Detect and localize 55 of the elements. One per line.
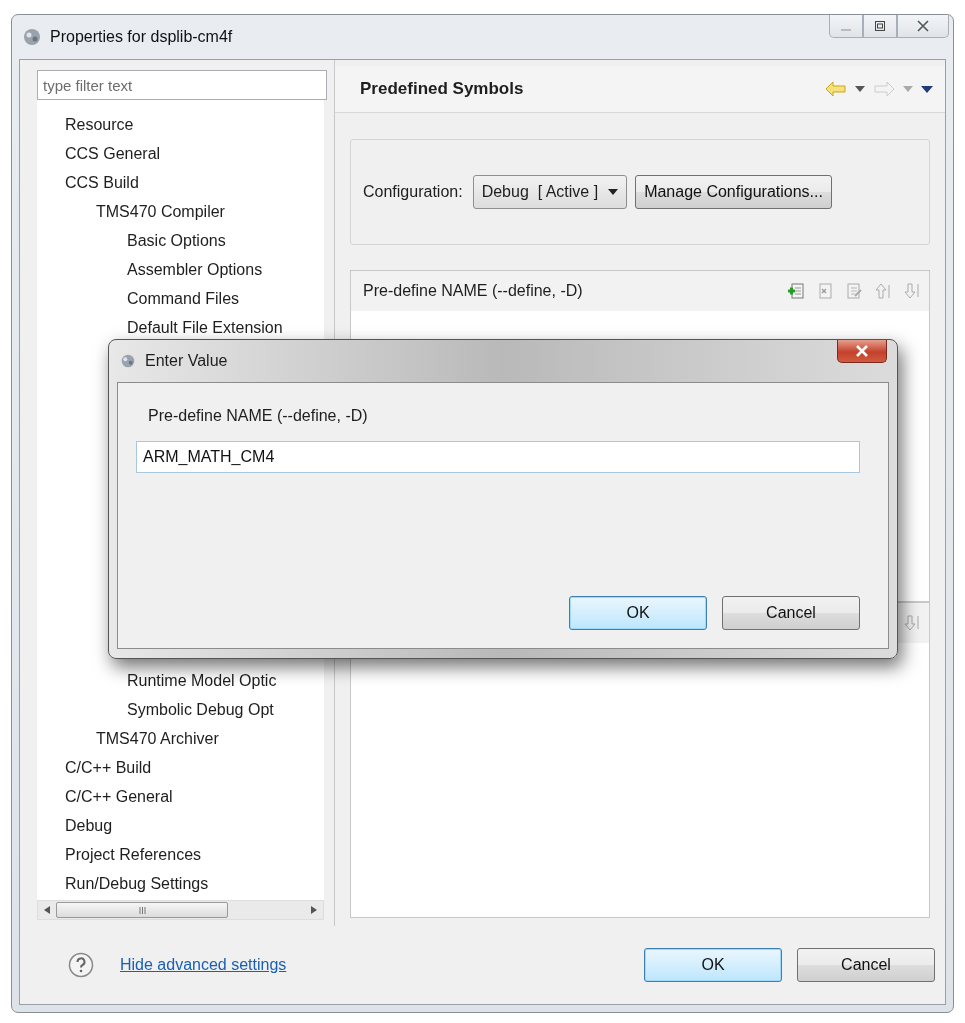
- scroll-right-icon[interactable]: [311, 906, 317, 914]
- field-label: Pre-define NAME (--define, -D): [148, 407, 369, 425]
- maximize-button[interactable]: [863, 15, 897, 38]
- list-header: Pre-define NAME (--define, -D): [363, 282, 583, 300]
- tree-item[interactable]: Command Files: [127, 289, 240, 308]
- tree-item[interactable]: Symbolic Debug Opt: [127, 700, 274, 719]
- tree-item[interactable]: Assembler Options: [127, 260, 263, 279]
- configuration-dropdown[interactable]: Debug [ Active ]: [472, 175, 628, 209]
- window-title: Properties for dsplib-cm4f: [50, 28, 233, 46]
- dialog-button[interactable]: OK: [644, 948, 782, 982]
- minimize-icon: [841, 29, 851, 31]
- close-button[interactable]: [837, 340, 887, 363]
- tree-item[interactable]: Default File Extension: [127, 318, 283, 337]
- dialog-button[interactable]: Cancel: [797, 948, 935, 982]
- delete-document-icon[interactable]: [816, 282, 834, 300]
- grip-icon: [138, 906, 146, 914]
- move-down-icon[interactable]: [903, 282, 921, 300]
- back-arrow-icon[interactable]: [825, 81, 847, 97]
- value-field[interactable]: ARM_MATH_CM4: [136, 441, 860, 473]
- tree-item[interactable]: Runtime Model Optic: [127, 671, 277, 690]
- manage-configurations-button[interactable]: Manage Configurations...: [635, 175, 832, 209]
- app-icon: [22, 27, 42, 47]
- dialog-button[interactable]: Cancel: [722, 596, 860, 630]
- tree-item[interactable]: C/C++ Build: [65, 758, 152, 777]
- configuration-label: Configuration:: [363, 183, 463, 201]
- tree-item[interactable]: Project References: [65, 845, 202, 864]
- tree-item[interactable]: CCS Build: [65, 173, 139, 192]
- app-icon: [119, 352, 137, 370]
- close-icon: [916, 19, 930, 33]
- hide-advanced-settings-link[interactable]: Hide advanced settings: [120, 956, 287, 974]
- caret-icon: [608, 189, 619, 195]
- close-icon: [855, 344, 869, 358]
- tree-item[interactable]: Run/Debug Settings: [65, 874, 209, 893]
- tree-item[interactable]: Resource: [65, 115, 134, 134]
- tree-item[interactable]: TMS470 Archiver: [96, 729, 219, 748]
- tree-item[interactable]: C/C++ General: [65, 787, 173, 806]
- tree-item[interactable]: TMS470 Compiler: [96, 202, 225, 221]
- maximize-icon: [873, 19, 887, 33]
- dialog-button[interactable]: OK: [569, 596, 707, 630]
- dialog-title: Enter Value: [145, 352, 228, 370]
- tree-item[interactable]: Debug: [65, 816, 113, 835]
- add-document-icon[interactable]: [787, 282, 805, 300]
- tree-item[interactable]: CCS General: [65, 144, 161, 163]
- filter-field[interactable]: type filter text: [37, 70, 327, 100]
- help-icon[interactable]: [68, 952, 94, 978]
- tree-item[interactable]: Basic Options: [127, 231, 226, 250]
- move-up-icon[interactable]: [874, 282, 892, 300]
- move-down-icon[interactable]: [903, 614, 921, 632]
- horizontal-scrollbar[interactable]: [37, 900, 324, 920]
- page-title: Predefined Symbols: [360, 79, 524, 99]
- forward-arrow-icon[interactable]: [873, 81, 895, 97]
- caret-icon[interactable]: [855, 86, 865, 92]
- scroll-left-icon[interactable]: [44, 906, 50, 914]
- edit-document-icon[interactable]: [845, 282, 863, 300]
- view-menu-icon[interactable]: [921, 85, 933, 93]
